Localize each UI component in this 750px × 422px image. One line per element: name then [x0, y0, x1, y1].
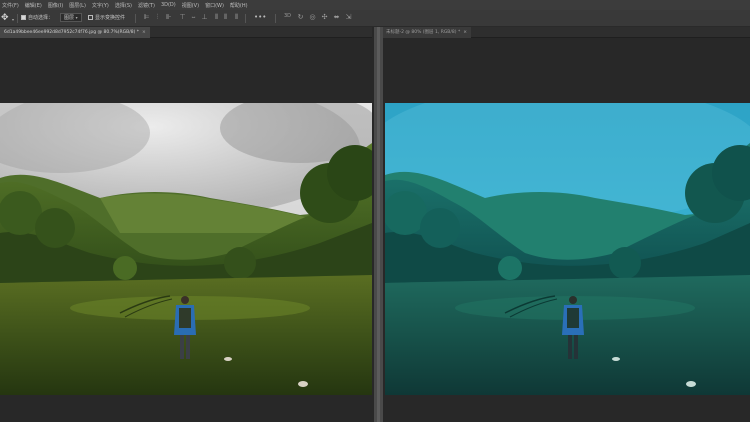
menu-item-3d[interactable]: 3D(D): [161, 2, 176, 8]
photo-edited: [385, 103, 750, 395]
distribute-hcenter-icon[interactable]: ⦀: [222, 14, 229, 21]
more-options-button[interactable]: •••: [254, 13, 266, 21]
photo-original: [0, 103, 372, 395]
menu-item-image[interactable]: 图像(I): [48, 2, 63, 9]
document-tab-edited[interactable]: 未标题-2 @ 80% (图层 1, RGB/8) * ×: [382, 26, 471, 38]
menu-item-edit[interactable]: 编辑(E): [25, 2, 42, 9]
auto-select-dropdown[interactable]: 图层 ▾: [60, 13, 82, 22]
rotate-3d-icon[interactable]: ↻: [297, 14, 304, 21]
chevron-down-icon: ▾: [75, 15, 78, 20]
document-tab-bar-left: 6d1a49bbee46ee992d8d7952c74f76.jpg @ 80.…: [0, 26, 372, 38]
slide-3d-icon[interactable]: ⬌: [333, 14, 340, 21]
document-panel-original: [0, 38, 374, 422]
menu-item-layer[interactable]: 图层(L): [69, 2, 86, 9]
panel-divider[interactable]: [374, 27, 383, 422]
align-bottom-icon[interactable]: ⊥: [201, 14, 208, 21]
auto-select-checkbox[interactable]: [21, 15, 26, 20]
document-panel-edited: [383, 38, 750, 422]
chevron-down-icon[interactable]: ▾: [12, 17, 14, 22]
distribute-right-icon[interactable]: ⦀: [233, 14, 240, 21]
options-bar: ✥ ▾ 自动选择： 图层 ▾ 显示变换控件 ⊫ ⫶ ⊪ ⊤ ⧿ ⊥ ⦀ ⦀ ⦀ …: [0, 10, 750, 27]
document-tab-bar-right: 未标题-2 @ 80% (图层 1, RGB/8) * ×: [382, 26, 750, 38]
align-vcenter-icon[interactable]: ⧿: [190, 14, 197, 21]
close-icon[interactable]: ×: [463, 30, 467, 35]
show-transform-checkbox[interactable]: [88, 15, 93, 20]
options-separator: [17, 14, 18, 23]
document-tab-original[interactable]: 6d1a49bbee46ee992d8d7952c74f76.jpg @ 80.…: [0, 26, 150, 38]
menu-item-filter[interactable]: 滤镜(T): [138, 2, 155, 9]
menu-item-window[interactable]: 窗口(W): [205, 2, 224, 9]
menu-item-select[interactable]: 选择(S): [115, 2, 132, 9]
options-separator: [135, 14, 136, 23]
image-canvas-original[interactable]: [0, 103, 372, 395]
menu-item-view[interactable]: 视图(V): [182, 2, 199, 9]
roll-3d-icon[interactable]: ◎: [309, 14, 316, 21]
show-transform-label: 显示变换控件: [95, 15, 126, 21]
auto-select-value: 图层: [64, 15, 75, 21]
drag-3d-icon[interactable]: ✣: [321, 14, 328, 21]
align-hcenter-icon[interactable]: ⫶: [154, 14, 161, 21]
menu-bar: 文件(F) 编辑(E) 图像(I) 图层(L) 文字(Y) 选择(S) 滤镜(T…: [0, 0, 750, 10]
auto-select-toggle[interactable]: 自动选择：: [21, 14, 53, 21]
image-canvas-edited[interactable]: [385, 103, 750, 395]
show-transform-toggle[interactable]: 显示变换控件: [88, 14, 125, 21]
auto-select-label: 自动选择：: [28, 15, 54, 21]
menu-item-file[interactable]: 文件(F): [2, 2, 19, 9]
close-icon[interactable]: ×: [142, 30, 146, 35]
align-top-icon[interactable]: ⊤: [179, 14, 186, 21]
menu-item-type[interactable]: 文字(Y): [92, 2, 109, 9]
document-tab-label: 未标题-2 @ 80% (图层 1, RGB/8) *: [386, 30, 461, 35]
align-right-icon[interactable]: ⊪: [165, 14, 172, 21]
menu-item-help[interactable]: 帮助(H): [230, 2, 248, 9]
scale-3d-icon[interactable]: ⇲: [345, 14, 352, 21]
distribute-left-icon[interactable]: ⦀: [213, 14, 220, 21]
options-separator: [245, 14, 246, 23]
align-left-icon[interactable]: ⊫: [143, 14, 150, 21]
options-separator: [275, 14, 276, 23]
divider-handle[interactable]: [377, 27, 380, 422]
move-icon[interactable]: ✥: [1, 13, 11, 23]
document-tab-label: 6d1a49bbee46ee992d8d7952c74f76.jpg @ 80.…: [4, 29, 140, 35]
mode-3d-label: 3D: [284, 13, 292, 19]
